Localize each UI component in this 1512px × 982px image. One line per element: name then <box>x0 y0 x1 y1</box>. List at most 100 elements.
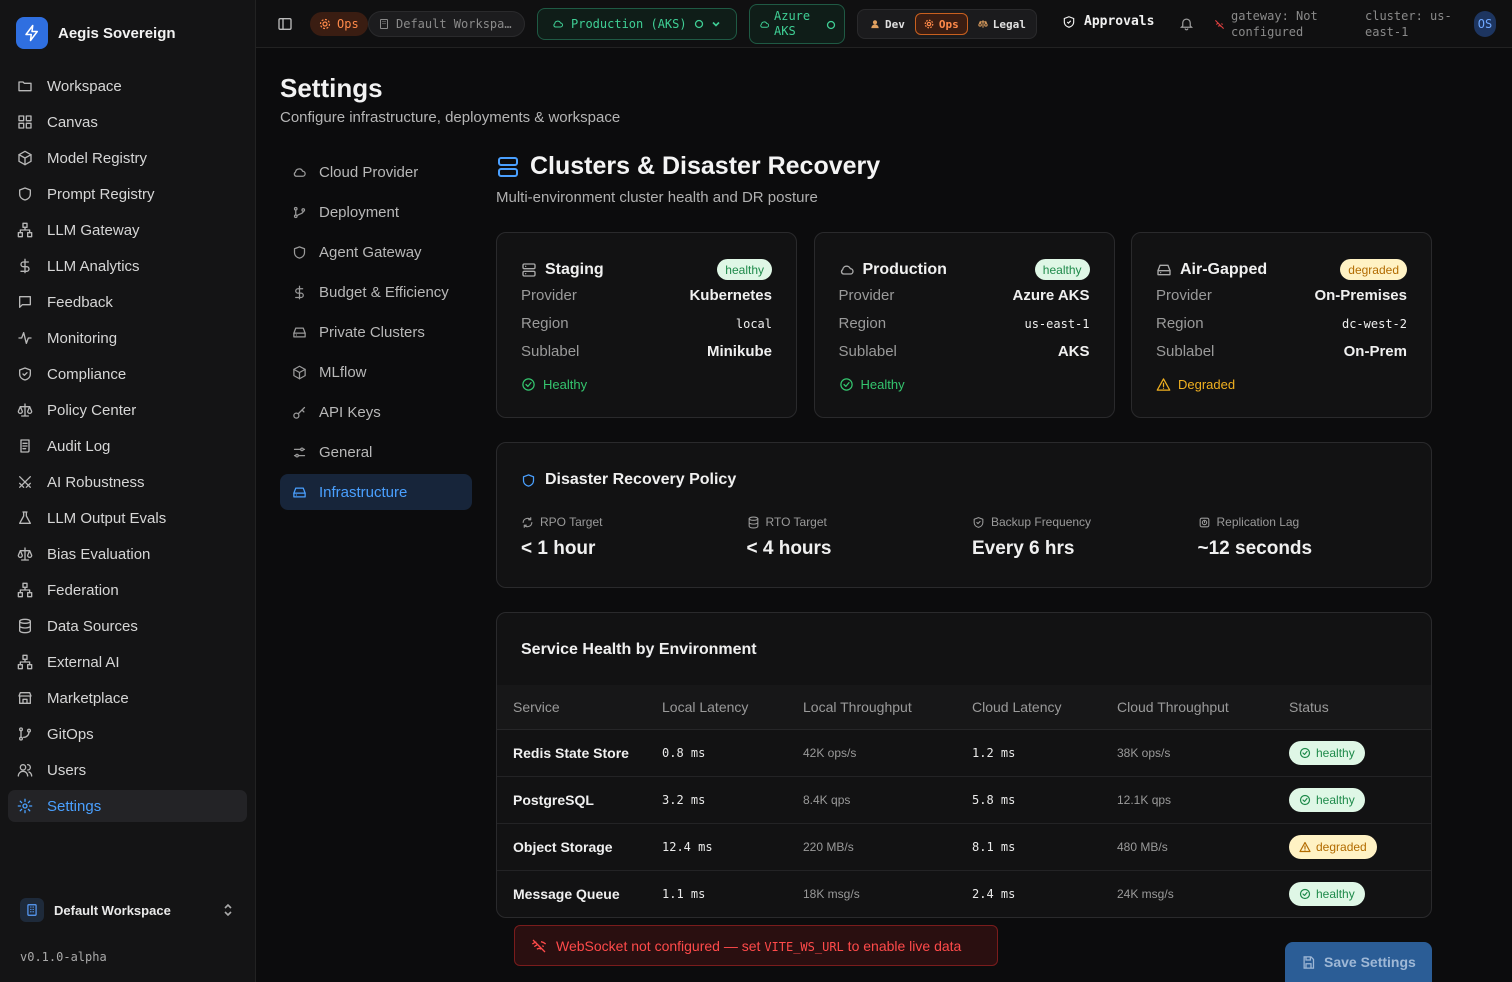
role-legal-button[interactable]: Legal <box>970 13 1034 35</box>
cluster-provider-label: Provider <box>838 287 895 304</box>
role-badge-label: Ops <box>337 17 359 31</box>
cloud-throughput: 38K ops/s <box>1117 746 1171 760</box>
sidebar-item-users[interactable]: Users <box>8 754 247 786</box>
sidebar-item-gitops[interactable]: GitOps <box>8 718 247 750</box>
brand[interactable]: Aegis Sovereign <box>16 17 176 49</box>
cloud-icon <box>552 18 564 30</box>
cluster-status: Degraded <box>1156 377 1235 392</box>
cluster-region-row: Region dc-west-2 <box>1156 315 1407 332</box>
sidebar-item-canvas[interactable]: Canvas <box>8 106 247 138</box>
status-badge: healthy <box>1289 741 1365 765</box>
sidebar-item-label: Canvas <box>47 113 98 131</box>
settings-nav-budget-efficiency[interactable]: Budget & Efficiency <box>280 274 472 310</box>
workspace-selector[interactable]: Default Workspa… <box>368 11 525 37</box>
status-cell: degraded <box>1289 835 1431 859</box>
sidebar-item-audit-log[interactable]: Audit Log <box>8 430 247 462</box>
settings-nav-mlflow[interactable]: MLflow <box>280 354 472 390</box>
sidebar-item-workspace[interactable]: Workspace <box>8 70 247 102</box>
bell-icon[interactable] <box>1179 16 1194 31</box>
local-latency: 12.4 ms <box>662 840 713 854</box>
save-settings-button[interactable]: Save Settings <box>1285 942 1432 982</box>
warning-icon <box>1156 377 1171 392</box>
settings-nav-infrastructure[interactable]: Infrastructure <box>280 474 472 510</box>
scroll-icon <box>17 438 33 454</box>
cube-icon <box>292 365 307 380</box>
sidebar-item-prompt-registry[interactable]: Prompt Registry <box>8 178 247 210</box>
cluster-sublabel-value: Minikube <box>706 343 772 360</box>
column-header: Local Throughput <box>803 699 912 715</box>
cog-icon <box>319 18 331 30</box>
scale-icon <box>17 546 33 562</box>
dr-metric-backup-frequency: Backup Frequency Every 6 hrs <box>972 515 1091 560</box>
workspace-switcher[interactable]: Default Workspace <box>12 894 244 926</box>
local-latency: 1.1 ms <box>662 887 706 901</box>
column-header: Status <box>1289 699 1329 715</box>
environment-selector[interactable]: Production (AKS) <box>537 8 737 40</box>
chevron-down-icon <box>711 19 721 29</box>
settings-nav-api-keys[interactable]: API Keys <box>280 394 472 430</box>
cloud-latency: 1.2 ms <box>972 746 1016 760</box>
role-badge[interactable]: Ops <box>310 12 368 36</box>
cluster-region-value: us-east-1 <box>1024 316 1090 331</box>
column-header: Service <box>513 699 560 715</box>
warning-icon <box>1299 841 1311 853</box>
role-dev-button[interactable]: Dev <box>862 13 913 35</box>
role-ops-button[interactable]: Ops <box>914 13 968 35</box>
shield-icon <box>17 186 33 202</box>
cloud-throughput: 24K msg/s <box>1117 887 1174 901</box>
local-throughput: 8.4K qps <box>803 793 851 807</box>
sidebar-item-feedback[interactable]: Feedback <box>8 286 247 318</box>
sidebar-item-ai-robustness[interactable]: AI Robustness <box>8 466 247 498</box>
sidebar-toggle-icon[interactable] <box>277 16 293 32</box>
sidebar-item-compliance[interactable]: Compliance <box>8 358 247 390</box>
environment-label: Production (AKS) <box>571 17 687 31</box>
websocket-warning-banner: WebSocket not configured — set VITE_WS_U… <box>514 925 998 966</box>
sidebar-item-policy-center[interactable]: Policy Center <box>8 394 247 426</box>
gateway-label: gateway: Not configured <box>1231 9 1318 39</box>
banner-env-var: VITE_WS_URL <box>764 939 844 954</box>
settings-nav-agent-gateway[interactable]: Agent Gateway <box>280 234 472 270</box>
sidebar-item-federation[interactable]: Federation <box>8 574 247 606</box>
sidebar-item-llm-gateway[interactable]: LLM Gateway <box>8 214 247 246</box>
column-header: Cloud Throughput <box>1117 699 1229 715</box>
banner-text: WebSocket not configured — set VITE_WS_U… <box>556 938 961 954</box>
cloud-indicator[interactable]: Azure AKS <box>749 4 845 44</box>
settings-nav-general[interactable]: General <box>280 434 472 470</box>
service-name: PostgreSQL <box>513 792 594 808</box>
approvals-label: Approvals <box>1084 14 1155 29</box>
sidebar-nav: Workspace Canvas Model Registry Prompt Regi… <box>8 70 247 826</box>
settings-nav-deployment[interactable]: Deployment <box>280 194 472 230</box>
wifi-off-icon <box>1214 19 1225 30</box>
settings-nav-cloud-provider[interactable]: Cloud Provider <box>280 154 472 190</box>
avatar[interactable]: OS <box>1474 11 1496 37</box>
settings-nav: Cloud Provider Deployment Agent Gateway Bud… <box>280 154 472 514</box>
status-cell: healthy <box>1289 882 1431 906</box>
sidebar-item-marketplace[interactable]: Marketplace <box>8 682 247 714</box>
cluster-name: Staging <box>545 261 604 278</box>
status-badge-label: healthy <box>1316 887 1355 901</box>
cluster-region-label: Region <box>838 315 887 332</box>
check-circle-icon <box>1299 888 1311 900</box>
sidebar-item-monitoring[interactable]: Monitoring <box>8 322 247 354</box>
settings-nav-private-clusters[interactable]: Private Clusters <box>280 314 472 350</box>
sidebar-item-llm-output-evals[interactable]: LLM Output Evals <box>8 502 247 534</box>
sidebar-item-data-sources[interactable]: Data Sources <box>8 610 247 642</box>
sidebar-item-label: Workspace <box>47 77 122 95</box>
sidebar-item-bias-evaluation[interactable]: Bias Evaluation <box>8 538 247 570</box>
approvals-button[interactable]: Approvals <box>1062 14 1154 29</box>
git-icon <box>292 205 307 220</box>
shield-check-icon <box>17 366 33 382</box>
sidebar-item-settings[interactable]: Settings <box>8 790 247 822</box>
cluster-status-label: Healthy <box>860 377 905 392</box>
sidebar-item-llm-analytics[interactable]: LLM Analytics <box>8 250 247 282</box>
grid-icon <box>17 114 33 130</box>
status-badge: degraded <box>1340 259 1407 280</box>
cloud-latency: 2.4 ms <box>972 887 1016 901</box>
status-badge-label: healthy <box>1316 793 1355 807</box>
sidebar-item-model-registry[interactable]: Model Registry <box>8 142 247 174</box>
cloud-icon <box>839 262 855 278</box>
sidebar-item-external-ai[interactable]: External AI <box>8 646 247 678</box>
git-branch-icon <box>17 726 33 742</box>
dr-metric-value: < 4 hours <box>746 538 832 559</box>
sidebar-item-label: External AI <box>47 653 120 671</box>
